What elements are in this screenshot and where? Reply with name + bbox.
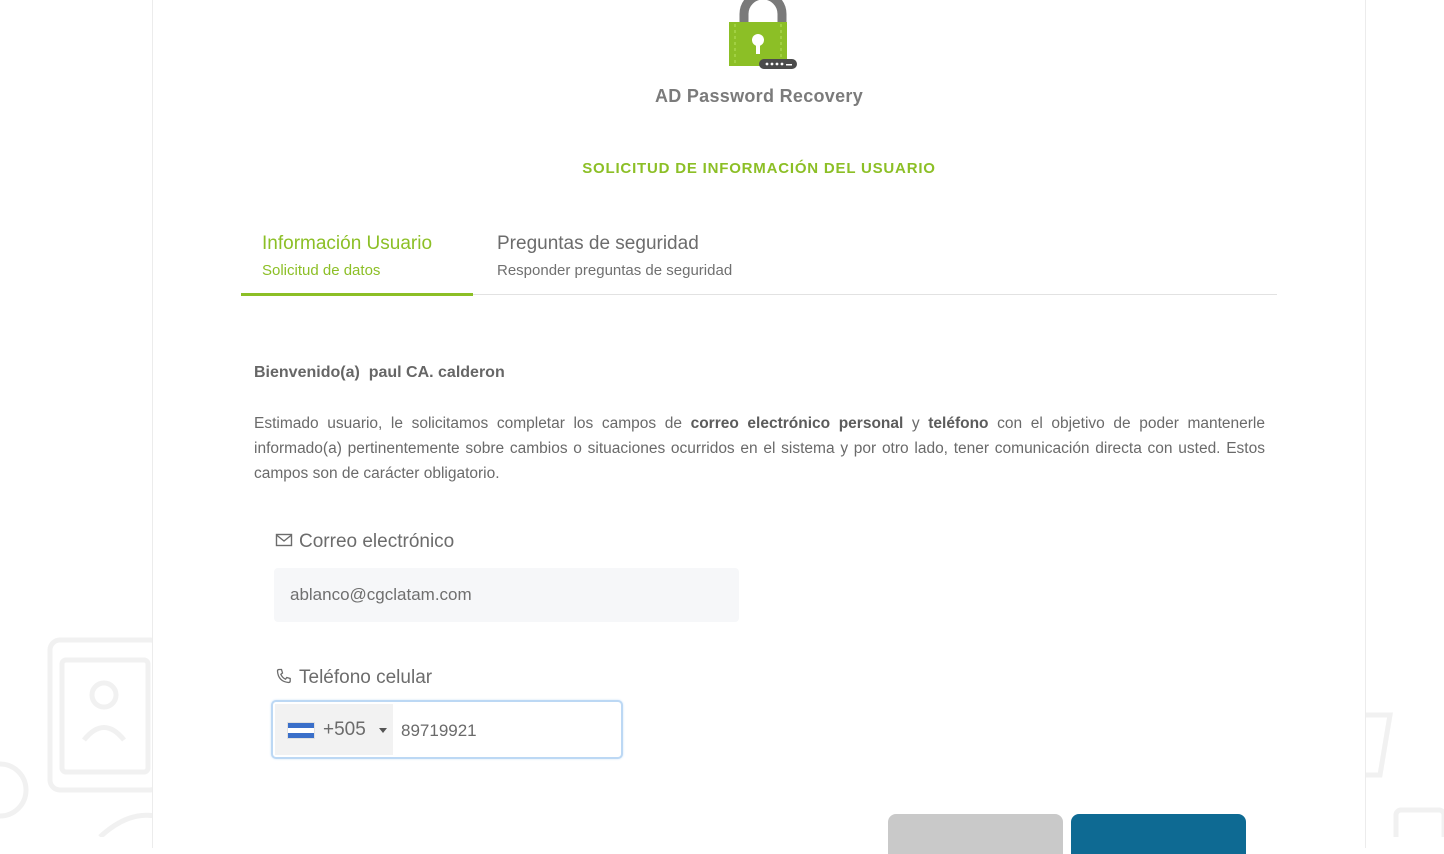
welcome-message: Bienvenido(a) paul CA. calderon: [254, 364, 505, 382]
email-label-text: Correo electrónico: [299, 531, 455, 552]
chevron-down-icon: [379, 728, 387, 733]
desc-part: Estimado usuario, le solicitamos complet…: [254, 415, 691, 432]
country-code-selector[interactable]: +505: [275, 704, 393, 755]
phone-field: +505: [271, 700, 623, 759]
email-input[interactable]: [274, 568, 739, 622]
desc-bold-email: correo electrónico personal: [690, 415, 904, 432]
tab-informacion-usuario[interactable]: Información Usuario Solicitud de datos: [241, 224, 473, 296]
recovery-card: AD Password Recovery SOLICITUD DE INFORM…: [152, 0, 1366, 854]
tab-preguntas-seguridad[interactable]: Preguntas de seguridad Responder pregunt…: [497, 224, 797, 293]
app-title: AD Password Recovery: [654, 86, 864, 106]
tab-title: Información Usuario: [262, 233, 433, 254]
user-name: paul CA. calderon: [368, 364, 505, 381]
tab-subtitle: Solicitud de datos: [262, 262, 381, 279]
tab-title: Preguntas de seguridad: [497, 233, 699, 254]
desc-bold-phone: teléfono: [928, 415, 989, 432]
welcome-prefix: Bienvenido(a): [254, 364, 360, 381]
phone-label-text: Teléfono celular: [299, 667, 433, 688]
mail-icon: [275, 533, 293, 547]
padlock-logo-icon: [729, 0, 797, 69]
phone-icon: [276, 668, 291, 684]
next-button[interactable]: [1071, 814, 1246, 854]
section-title: SOLICITUD DE INFORMACIÓN DEL USUARIO: [582, 160, 936, 177]
step-tabs: Información Usuario Solicitud de datos P…: [241, 224, 1277, 296]
email-label: Correo electrónico: [275, 531, 454, 553]
dial-code: +505: [323, 719, 366, 740]
back-button[interactable]: [888, 814, 1063, 854]
nicaragua-flag-icon: [287, 722, 315, 739]
phone-input[interactable]: [399, 706, 613, 755]
desc-part: y: [903, 415, 929, 432]
instructions-text: Estimado usuario, le solicitamos complet…: [254, 411, 1265, 486]
phone-label: Teléfono celular: [275, 667, 432, 689]
tab-subtitle: Responder preguntas de seguridad: [497, 262, 733, 279]
